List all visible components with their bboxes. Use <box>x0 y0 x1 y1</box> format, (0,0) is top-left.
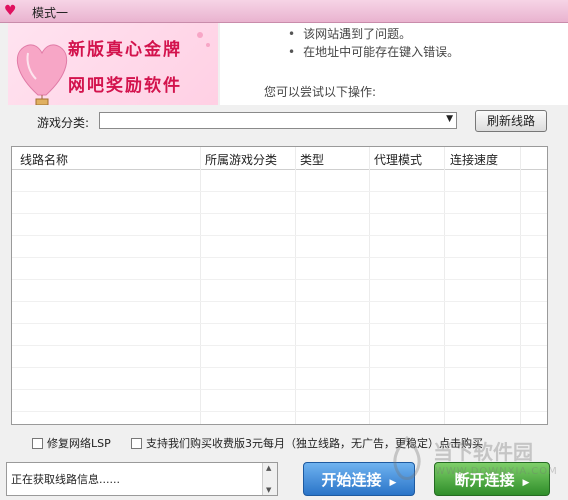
column-divider <box>369 147 370 424</box>
start-connect-label: 开始连接 <box>321 471 382 489</box>
column-divider <box>295 147 296 424</box>
column-divider <box>200 147 201 424</box>
row-divider <box>12 235 547 236</box>
row-divider <box>12 279 547 280</box>
row-divider <box>12 345 547 346</box>
checkbox-box[interactable] <box>131 437 142 449</box>
row-divider <box>12 323 547 324</box>
row-divider <box>12 389 547 390</box>
row-divider <box>12 367 547 368</box>
repair-lsp-label: 修复网络LSP <box>47 437 111 450</box>
heart-icon: ♥ <box>4 3 17 19</box>
status-log: 正在获取线路信息...... ▲ ▼ <box>6 462 278 496</box>
try-text: 您可以尝试以下操作: <box>264 85 377 99</box>
play-arrow-icon: ▶ <box>389 478 397 488</box>
column-header-proxy-mode[interactable]: 代理模式 <box>374 151 422 168</box>
window-title: 模式一 <box>32 6 69 20</box>
game-category-label: 游戏分类: <box>37 116 90 130</box>
disconnect-button[interactable]: 断开连接 ▶ <box>434 462 550 496</box>
column-header-type[interactable]: 类型 <box>300 151 324 168</box>
row-divider <box>12 213 547 214</box>
banner-ad[interactable]: 新版真心金牌 网吧奖励软件 <box>8 23 218 105</box>
banner-line-1: 新版真心金牌 <box>68 40 182 60</box>
support-paid-checkbox[interactable]: 支持我们购买收费版3元每月（独立线路，无广告，更稳定）点击购买 <box>131 435 483 451</box>
column-divider <box>520 147 521 424</box>
status-scrollbar[interactable]: ▲ ▼ <box>262 463 277 495</box>
error-bullet-2: 在地址中可能存在键入错误。 <box>288 43 459 61</box>
scroll-down-icon[interactable]: ▼ <box>266 486 271 494</box>
row-divider <box>12 301 547 302</box>
banner-line-2: 网吧奖励软件 <box>68 76 182 96</box>
routes-table[interactable]: 线路名称 所属游戏分类 类型 代理模式 连接速度 <box>11 146 548 425</box>
column-divider <box>444 147 445 424</box>
column-header-game-category[interactable]: 所属游戏分类 <box>205 151 277 168</box>
game-category-select[interactable]: ▼ <box>99 112 457 129</box>
error-list: 该网站遇到了问题。 在地址中可能存在键入错误。 <box>288 25 459 61</box>
error-bullet-1: 该网站遇到了问题。 <box>288 25 459 43</box>
title-bar: ♥ 模式一 <box>0 0 568 23</box>
row-divider <box>12 191 547 192</box>
support-paid-label: 支持我们购买收费版3元每月（独立线路，无广告，更稳定）点击购买 <box>146 437 483 450</box>
dropdown-arrow-icon[interactable]: ▼ <box>446 114 453 124</box>
status-text: 正在获取线路信息...... <box>11 473 120 486</box>
embedded-browser-error: 该网站遇到了问题。 在地址中可能存在键入错误。 您可以尝试以下操作: <box>220 23 568 105</box>
column-header-speed[interactable]: 连接速度 <box>450 151 498 168</box>
checkbox-box[interactable] <box>32 437 43 449</box>
play-arrow-icon: ▶ <box>522 478 530 488</box>
scroll-up-icon[interactable]: ▲ <box>266 464 271 472</box>
repair-lsp-checkbox[interactable]: 修复网络LSP <box>32 435 111 451</box>
disconnect-label: 断开连接 <box>454 471 515 489</box>
start-connect-button[interactable]: 开始连接 ▶ <box>303 462 415 496</box>
table-header: 线路名称 所属游戏分类 类型 代理模式 连接速度 <box>12 147 547 170</box>
refresh-routes-button[interactable]: 刷新线路 <box>475 110 547 132</box>
column-header-route-name[interactable]: 线路名称 <box>20 151 68 168</box>
row-divider <box>12 411 547 412</box>
row-divider <box>12 257 547 258</box>
